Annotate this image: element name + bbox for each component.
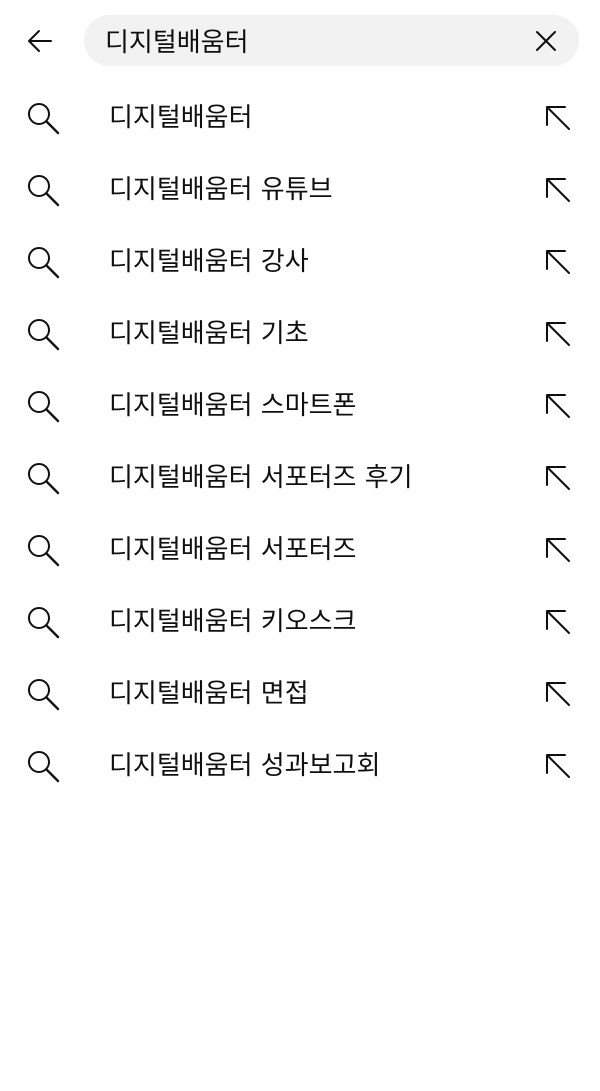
arrow-up-left-icon	[546, 250, 570, 274]
suggestion-item[interactable]: 디지털배움터 서포터즈	[0, 514, 600, 586]
suggestion-text: 디지털배움터	[109, 103, 253, 133]
suggestion-text: 디지털배움터 기초	[109, 319, 309, 349]
suggestion-item[interactable]: 디지털배움터 성과보고회	[0, 730, 600, 802]
fill-query-button[interactable]	[540, 172, 576, 208]
arrow-up-left-icon	[546, 322, 570, 346]
arrow-up-left-icon	[546, 394, 570, 418]
fill-query-button[interactable]	[540, 748, 576, 784]
search-icon	[28, 391, 60, 423]
search-icon	[28, 751, 60, 783]
suggestion-item[interactable]: 디지털배움터 유튜브	[0, 154, 600, 226]
arrow-up-left-icon	[546, 178, 570, 202]
search-box	[84, 15, 579, 66]
fill-query-button[interactable]	[540, 532, 576, 568]
search-icon	[28, 319, 60, 351]
suggestion-item[interactable]: 디지털배움터 키오스크	[0, 586, 600, 658]
fill-query-button[interactable]	[540, 604, 576, 640]
suggestion-text: 디지털배움터 성과보고회	[109, 751, 381, 781]
suggestion-text: 디지털배움터 키오스크	[109, 607, 357, 637]
arrow-up-left-icon	[546, 106, 570, 130]
suggestion-text: 디지털배움터 서포터즈	[109, 535, 357, 565]
fill-query-button[interactable]	[540, 460, 576, 496]
clear-search-button[interactable]	[531, 26, 561, 56]
suggestion-text: 디지털배움터 유튜브	[109, 175, 333, 205]
fill-query-button[interactable]	[540, 244, 576, 280]
arrow-up-left-icon	[546, 466, 570, 490]
suggestion-item[interactable]: 디지털배움터 기초	[0, 298, 600, 370]
search-icon	[28, 463, 60, 495]
arrow-up-left-icon	[546, 610, 570, 634]
arrow-up-left-icon	[546, 538, 570, 562]
suggestion-text: 디지털배움터 스마트폰	[109, 391, 357, 421]
fill-query-button[interactable]	[540, 676, 576, 712]
suggestion-item[interactable]: 디지털배움터 스마트폰	[0, 370, 600, 442]
search-icon	[28, 175, 60, 207]
suggestion-text: 디지털배움터 서포터즈 후기	[109, 463, 413, 493]
search-icon	[28, 535, 60, 567]
arrow-up-left-icon	[546, 754, 570, 778]
suggestion-text: 디지털배움터 강사	[109, 247, 309, 277]
suggestion-list: 디지털배움터 디지털배움터 유튜브 디지털배움터 강사 디지털배움터 기초 디지…	[0, 82, 600, 802]
search-icon	[28, 607, 60, 639]
back-button[interactable]	[18, 22, 62, 60]
fill-query-button[interactable]	[540, 316, 576, 352]
search-header	[0, 0, 600, 82]
suggestion-text: 디지털배움터 면접	[109, 679, 309, 709]
suggestion-item[interactable]: 디지털배움터 서포터즈 후기	[0, 442, 600, 514]
fill-query-button[interactable]	[540, 100, 576, 136]
suggestion-item[interactable]: 디지털배움터 면접	[0, 658, 600, 730]
search-icon	[28, 103, 60, 135]
search-icon	[28, 247, 60, 279]
fill-query-button[interactable]	[540, 388, 576, 424]
close-icon	[536, 31, 556, 51]
arrow-left-icon	[28, 30, 52, 52]
search-icon	[28, 679, 60, 711]
arrow-up-left-icon	[546, 682, 570, 706]
search-input[interactable]	[105, 15, 515, 66]
suggestion-item[interactable]: 디지털배움터 강사	[0, 226, 600, 298]
suggestion-item[interactable]: 디지털배움터	[0, 82, 600, 154]
